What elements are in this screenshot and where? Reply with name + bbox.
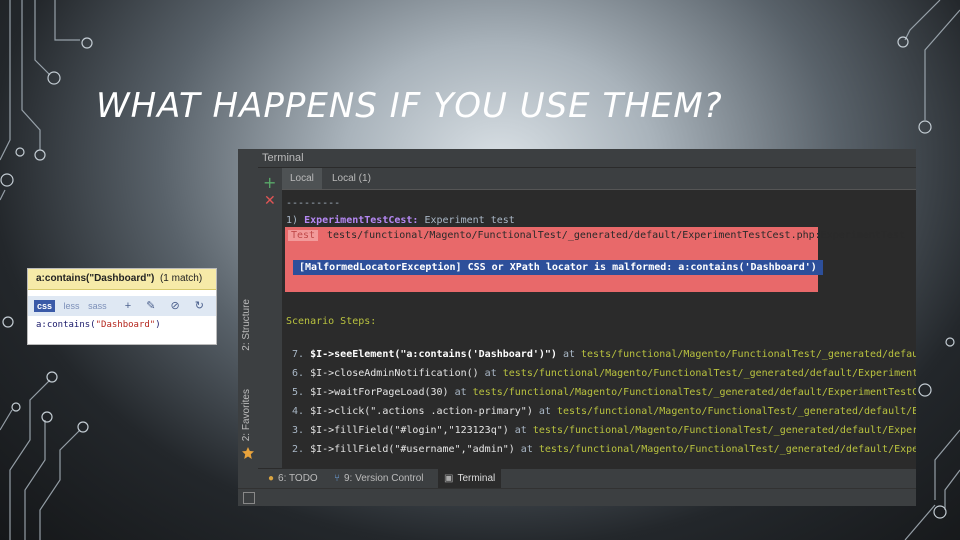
step-path[interactable]: tests/functional/Magento/FunctionalTest/… <box>473 387 916 398</box>
step-at: at <box>532 406 557 417</box>
step-command: $I->waitForPageLoad(30) <box>310 387 449 398</box>
status-bar <box>238 488 916 506</box>
step-line: 4. $I->click(".actions .action-primary")… <box>292 406 916 417</box>
expr-suffix: ) <box>155 320 161 330</box>
todo-tab[interactable]: ● 6: TODO <box>262 469 324 489</box>
step-line: 2. $I->fillField("#username","admin") at… <box>292 444 916 455</box>
tab-sass[interactable]: sass <box>88 301 107 311</box>
step-command: $I->closeAdminNotification() <box>310 368 479 379</box>
error-block: Test tests/functional/Magento/Functional… <box>285 227 905 292</box>
new-session-icon[interactable]: + <box>263 173 276 192</box>
test-index: 1) <box>286 215 305 226</box>
step-path[interactable]: tests/functional/Magento/FunctionalTest/… <box>557 406 916 417</box>
terminal-icon: ▣ <box>444 473 454 484</box>
step-line: 3. $I->fillField("#login","123123q") at … <box>292 425 916 436</box>
exception-message: [MalformedLocatorException] CSS or XPath… <box>293 260 823 275</box>
terminal-tab[interactable]: ▣ Terminal <box>438 469 502 489</box>
ide-window: 2: Structure 2: Favorites Terminal + ✕ L… <box>238 149 916 506</box>
step-number: 2. <box>292 444 305 455</box>
test-badge: Test <box>288 230 319 241</box>
selector-result-header: a:contains("Dashboard") (1 match) <box>28 269 216 290</box>
refresh-icon[interactable]: ↻ <box>195 300 204 312</box>
selector-tester-panel: a:contains("Dashboard") (1 match) css le… <box>27 268 217 345</box>
tab-favorites[interactable]: 2: Favorites <box>241 389 252 441</box>
step-at: at <box>514 444 539 455</box>
expr-string: "Dashboard" <box>95 320 156 330</box>
step-number: 7. <box>292 349 305 360</box>
failed-test-line: 1) ExperimentTestCest: Experiment test <box>286 215 515 226</box>
match-count: (1 match) <box>159 273 203 284</box>
side-tool-strip: 2: Structure 2: Favorites <box>238 149 259 506</box>
test-name: ExperimentTestCest: <box>304 215 419 226</box>
separator-line: --------- <box>286 198 341 209</box>
version-control-icon: ⑂ <box>334 473 340 484</box>
step-command: $I->fillField("#login","123123q") <box>310 425 509 436</box>
version-control-tab[interactable]: ⑂ 9: Version Control <box>328 469 430 489</box>
tab-less[interactable]: less <box>64 301 80 311</box>
step-line: 5. $I->waitForPageLoad(30) at tests/func… <box>292 387 916 398</box>
tab-local-1[interactable]: Local (1) <box>324 168 379 189</box>
test-description: Experiment test <box>418 215 515 226</box>
terminal-label: Terminal <box>457 473 496 484</box>
todo-icon: ● <box>268 473 275 484</box>
version-control-label: 9: Version Control <box>344 473 424 484</box>
step-at: at <box>448 387 473 398</box>
step-path[interactable]: tests/functional/Magento/FunctionalTest/… <box>533 425 916 436</box>
step-number: 6. <box>292 368 305 379</box>
step-number: 4. <box>292 406 305 417</box>
step-number: 3. <box>292 425 305 436</box>
tab-structure[interactable]: 2: Structure <box>241 299 252 351</box>
block-icon[interactable]: ⊘ <box>171 300 180 312</box>
step-path[interactable]: tests/functional/Magento/FunctionalTest/… <box>539 444 916 455</box>
step-command: $I->fillField("#username","admin") <box>310 444 515 455</box>
selector-expression[interactable]: a:contains("Dashboard") <box>28 316 216 334</box>
slide-title: WHAT HAPPENS IF YOU USE THEM? <box>96 86 723 126</box>
scenario-label: Scenario Steps: <box>286 316 377 327</box>
star-icon <box>242 447 254 459</box>
tool-window-bar: ● 6: TODO ⑂ 9: Version Control ▣ Terminal <box>258 468 916 489</box>
expr-prefix: a:contains( <box>36 320 96 330</box>
pin-icon[interactable]: ✎ <box>146 300 155 312</box>
step-command: $I->seeElement("a:contains('Dashboard')"… <box>310 349 557 360</box>
terminal-tabs: Local Local (1) <box>282 168 916 190</box>
selector-tools: + ✎ ⊘ ↻ <box>119 296 210 316</box>
step-path[interactable]: tests/functional/Magento/FunctionalTest/… <box>503 368 916 379</box>
step-number: 5. <box>292 387 305 398</box>
test-file-path: tests/functional/Magento/FunctionalTest/… <box>327 230 905 241</box>
step-command: $I->click(".actions .action-primary") <box>310 406 533 417</box>
terminal-panel-title: Terminal <box>258 149 916 168</box>
terminal-toolbar: + ✕ <box>258 168 282 468</box>
step-path[interactable]: tests/functional/Magento/FunctionalTest/… <box>581 349 916 360</box>
close-session-icon[interactable]: ✕ <box>264 193 276 209</box>
plus-icon[interactable]: + <box>125 300 131 312</box>
tab-css[interactable]: css <box>34 300 56 312</box>
step-line: 6. $I->closeAdminNotification() at tests… <box>292 368 916 379</box>
syntax-tabs: css less sass + ✎ ⊘ ↻ <box>28 296 216 316</box>
step-line: 7. $I->seeElement("a:contains('Dashboard… <box>292 349 916 360</box>
todo-label: 6: TODO <box>278 473 318 484</box>
step-at: at <box>556 349 582 360</box>
step-at: at <box>508 425 533 436</box>
step-at: at <box>478 368 503 379</box>
tool-window-toggle-icon[interactable] <box>243 492 255 504</box>
selector-query: a:contains("Dashboard") <box>36 273 155 284</box>
tab-local[interactable]: Local <box>282 168 322 189</box>
